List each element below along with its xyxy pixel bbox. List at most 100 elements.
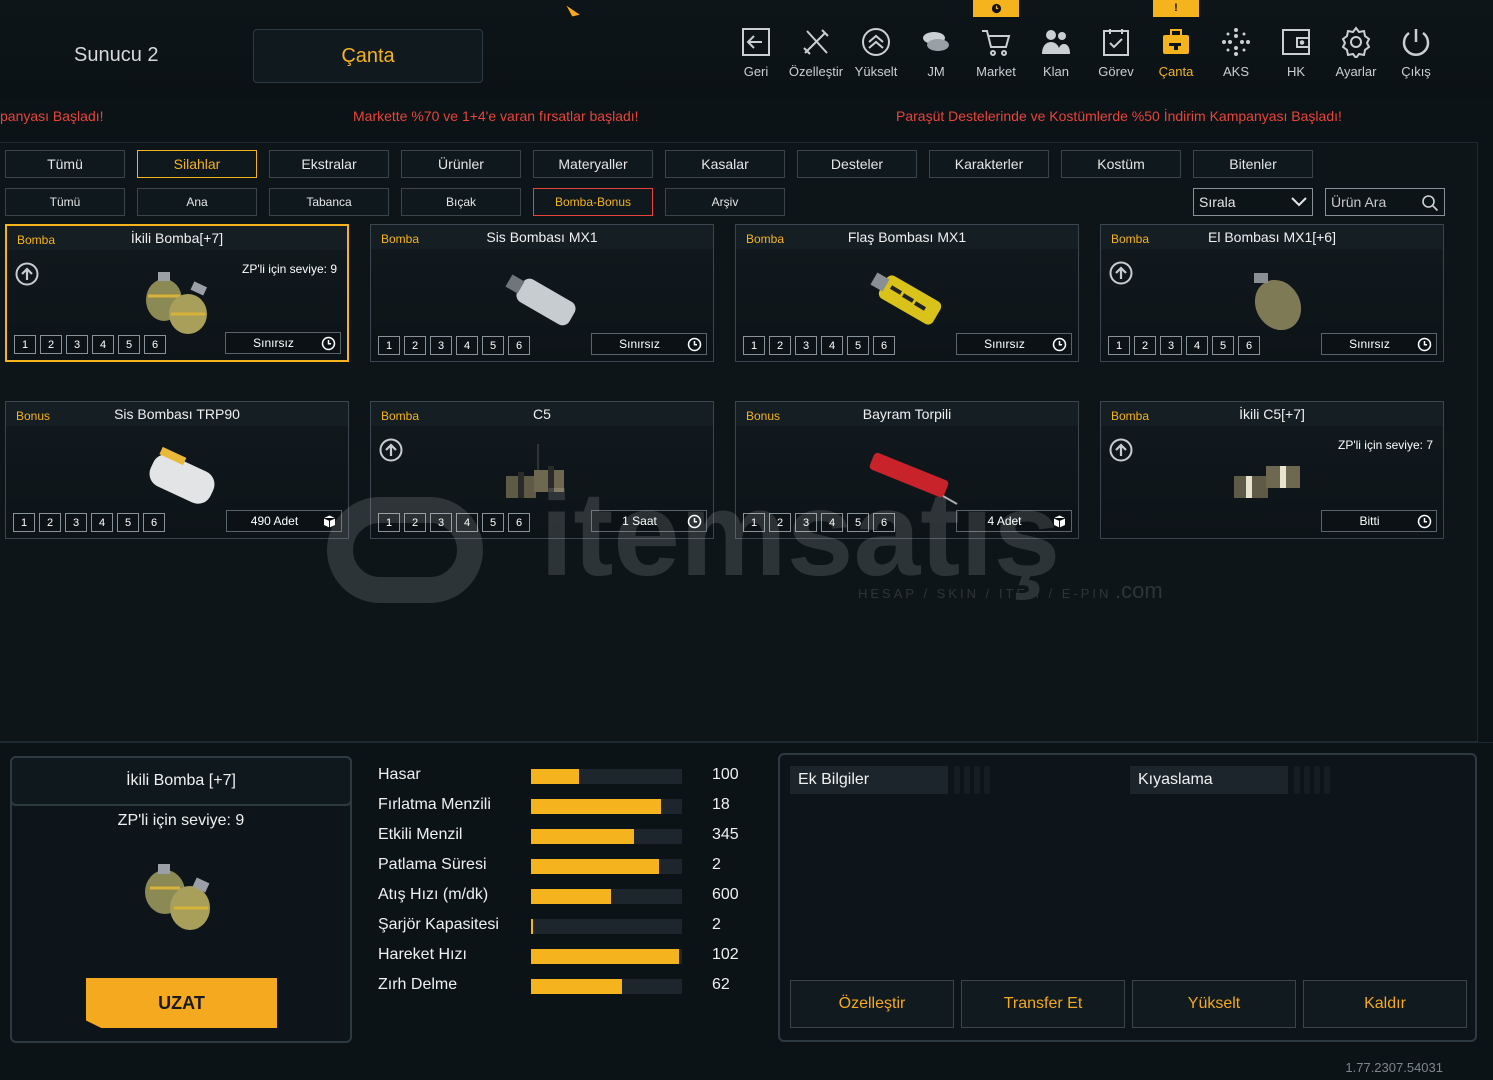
subtab-bomba-bonus[interactable]: Bomba-Bonus <box>533 188 653 216</box>
stat-bar <box>531 859 682 874</box>
item-card[interactable]: Bomba İkili Bomba[+7] ZP'li için seviye: 9… <box>5 224 349 362</box>
nav-jm-button[interactable]: JM <box>907 26 965 86</box>
duration-text: Sınırsız <box>253 336 294 350</box>
level-slot[interactable]: 2 <box>769 336 791 355</box>
tab-kasalar[interactable]: Kasalar <box>665 150 785 178</box>
tab-karakterler[interactable]: Karakterler <box>929 150 1049 178</box>
level-slot[interactable]: 2 <box>39 513 61 532</box>
stat-label: Hasar <box>378 766 421 783</box>
level-slot[interactable]: 5 <box>117 513 139 532</box>
upgrade-arrow-icon[interactable] <box>15 262 39 286</box>
level-slot[interactable]: 6 <box>143 513 165 532</box>
remove-button[interactable]: Kaldır <box>1303 980 1467 1028</box>
nav-hk-button[interactable]: HK <box>1267 26 1325 86</box>
upgrade-button[interactable]: Yükselt <box>1132 980 1296 1028</box>
tab-ekstralar[interactable]: Ekstralar <box>269 150 389 178</box>
level-slot[interactable]: 6 <box>1238 336 1260 355</box>
search-input[interactable]: Ürün Ara <box>1325 188 1445 216</box>
tab-kostum[interactable]: Kostüm <box>1061 150 1181 178</box>
watermark-tagline: HESAP / SKIN / ITEM / E-PIN <box>858 586 1111 601</box>
upgrade-arrow-icon[interactable] <box>1109 438 1133 462</box>
item-card[interactable]: Bomba Sis Bombası MX1 1 2 3 4 5 6 Sınırsız <box>370 224 714 362</box>
nav-yukselt-button[interactable]: Yükselt <box>847 26 905 86</box>
duration-text: Sınırsız <box>619 337 660 351</box>
level-slot[interactable]: 5 <box>118 335 140 354</box>
level-slot[interactable]: 4 <box>1186 336 1208 355</box>
upgrade-arrow-icon[interactable] <box>1109 261 1133 285</box>
tab-bitenler[interactable]: Bitenler <box>1193 150 1313 178</box>
level-slot[interactable]: 2 <box>1134 336 1156 355</box>
level-slot[interactable]: 5 <box>847 336 869 355</box>
level-slot[interactable]: 4 <box>456 336 478 355</box>
nav-canta-button[interactable]: ! Çanta <box>1147 0 1205 86</box>
news-ticker: panyası Başladı! Markette %70 ve 1+4'e v… <box>0 100 1493 132</box>
transfer-button[interactable]: Transfer Et <box>961 980 1125 1028</box>
nav-gorev-button[interactable]: Görev <box>1087 26 1145 86</box>
item-card[interactable]: Bonus Sis Bombası TRP90 1 2 3 4 5 6 490 Adet <box>5 401 349 539</box>
nav-market-button[interactable]: Market <box>967 0 1025 86</box>
subtab-tabanca[interactable]: Tabanca <box>269 188 389 216</box>
level-slot[interactable]: 1 <box>13 513 35 532</box>
item-card[interactable]: Bomba El Bombası MX1[+6] 1 2 3 4 5 6 Sınırsız <box>1100 224 1444 362</box>
item-duration: Sınırsız <box>225 332 341 354</box>
customize-button[interactable]: Özelleştir <box>790 980 954 1028</box>
nav-label: Özelleştir <box>788 64 844 79</box>
level-slot[interactable]: 1 <box>743 336 765 355</box>
stat-value: 2 <box>712 916 721 933</box>
subtab-ana[interactable]: Ana <box>137 188 257 216</box>
canta-alert-badge: ! <box>1153 0 1199 17</box>
nav-ozellestir-button[interactable]: Özelleştir <box>787 26 845 86</box>
tab-desteler[interactable]: Desteler <box>797 150 917 178</box>
stat-label: Şarjör Kapasitesi <box>378 916 499 933</box>
level-slot[interactable]: 3 <box>1160 336 1182 355</box>
upgrade-arrow-icon[interactable] <box>379 438 403 462</box>
tab-materyaller[interactable]: Materyaller <box>533 150 653 178</box>
nav-cikis-button[interactable]: Çıkış <box>1387 26 1445 86</box>
tab-tumu[interactable]: Tümü <box>5 150 125 178</box>
level-slot[interactable]: 4 <box>92 335 114 354</box>
nav-aks-button[interactable]: AKS <box>1207 26 1265 86</box>
nav-klan-button[interactable]: Klan <box>1027 26 1085 86</box>
level-slot[interactable]: 1 <box>14 335 36 354</box>
tab-silahlar[interactable]: Silahlar <box>137 150 257 178</box>
nav-geri-button[interactable]: Geri <box>727 26 785 86</box>
stat-label: Fırlatma Menzili <box>378 796 491 813</box>
stat-value: 62 <box>712 976 730 993</box>
search-icon <box>1422 195 1439 212</box>
double-grenade-image <box>146 272 208 334</box>
level-slot[interactable]: 5 <box>482 336 504 355</box>
cart-icon <box>982 30 1011 56</box>
item-duration: Sınırsız <box>591 333 707 355</box>
level-slot[interactable]: 2 <box>404 336 426 355</box>
subtab-tumu[interactable]: Tümü <box>5 188 125 216</box>
bag-icon <box>1163 29 1189 54</box>
level-slot[interactable]: 6 <box>873 336 895 355</box>
stat-label: Zırh Delme <box>378 976 458 993</box>
level-slot[interactable]: 3 <box>65 513 87 532</box>
level-slot[interactable]: 6 <box>508 336 530 355</box>
level-slots: 123456 <box>1108 336 1260 355</box>
stat-bar-fill <box>531 769 580 784</box>
item-card[interactable]: Bomba Flaş Bombası MX1 1 2 3 4 5 6 Sınırsız <box>735 224 1079 362</box>
watermark-logo: itemsatış HESAP / SKIN / ITEM / E-PIN .c… <box>327 470 1163 603</box>
nav-ayarlar-button[interactable]: Ayarlar <box>1327 26 1385 86</box>
extend-button[interactable]: UZAT <box>86 978 277 1028</box>
level-slot[interactable]: 6 <box>144 335 166 354</box>
tab-urunler[interactable]: Ürünler <box>401 150 521 178</box>
level-slot[interactable]: 3 <box>430 336 452 355</box>
level-slot[interactable]: 1 <box>378 336 400 355</box>
sort-dropdown[interactable]: Sırala <box>1193 188 1313 216</box>
sort-label: Sırala <box>1199 194 1236 210</box>
nav-label: HK <box>1286 64 1306 79</box>
level-slot[interactable]: 4 <box>821 336 843 355</box>
watermark-brand: itemsatış <box>540 470 1060 601</box>
double-grenade-image <box>145 864 210 930</box>
level-slot[interactable]: 3 <box>795 336 817 355</box>
level-slot[interactable]: 3 <box>66 335 88 354</box>
level-slot[interactable]: 1 <box>1108 336 1130 355</box>
subtab-arsiv[interactable]: Arşiv <box>665 188 785 216</box>
level-slot[interactable]: 4 <box>91 513 113 532</box>
level-slot[interactable]: 5 <box>1212 336 1234 355</box>
subtab-bicak[interactable]: Bıçak <box>401 188 521 216</box>
level-slot[interactable]: 2 <box>40 335 62 354</box>
